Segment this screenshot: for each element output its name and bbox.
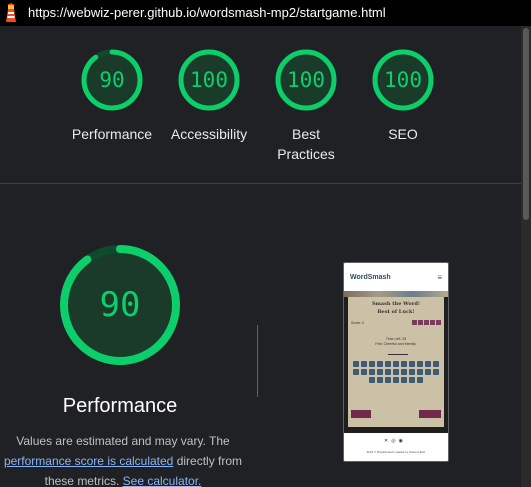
thumbnail-keyboard — [352, 361, 440, 383]
performance-score: 90 — [99, 285, 141, 325]
thumbnail-word-line — [388, 354, 408, 355]
score-calculated-link[interactable]: performance score is calculated — [4, 454, 173, 468]
scrollbar-thumb[interactable] — [523, 28, 529, 220]
see-calculator-link[interactable]: See calculator. — [123, 474, 202, 487]
thumbnail-back-home-button — [419, 410, 441, 418]
gauge-score: 100 — [287, 68, 325, 92]
thumbnail-hint: Hint: Cheerful and friendly. — [375, 342, 417, 346]
thumbnail-heading: Smash the Word! — [371, 301, 421, 307]
thumbnail-navbar: WordSmash ≡ — [344, 263, 448, 291]
thumbnail-timer: Time Left: 25 — [385, 337, 407, 341]
performance-title: Performance — [62, 395, 178, 417]
thumbnail-letter-slots — [412, 320, 441, 325]
note-text: Values are estimated and may vary. The — [16, 434, 230, 448]
performance-note: Values are estimated and may vary. The p… — [0, 431, 258, 487]
browser-address-bar: https://webwiz-perer.github.io/wordsmash… — [0, 0, 531, 26]
thumbnail-credit: 2024 © WordSmash created by Zoltan Hitte… — [366, 450, 426, 454]
thumbnail-social-icons: ✕◎◉ — [384, 438, 406, 444]
thumbnail-next-word-button — [351, 410, 371, 418]
gauge-performance[interactable]: 90 Performance — [64, 48, 160, 144]
vertical-scrollbar[interactable] — [521, 26, 531, 487]
thumbnail-game-panel: Smash the Word! Best of Luck! Score: 0 T… — [348, 297, 444, 427]
gauge-label: SEO — [388, 126, 418, 142]
gauge-score: 90 — [99, 68, 125, 92]
gauge-label: Performance — [71, 126, 153, 142]
page-url[interactable]: https://webwiz-perer.github.io/wordsmash… — [28, 5, 386, 20]
gauge-label: Best Practices — [277, 126, 335, 162]
gauge-score: 100 — [190, 68, 228, 92]
section-divider — [0, 183, 521, 184]
thumbnail-subheading: Best of Luck! — [377, 309, 415, 315]
gauge-label: Accessibility — [170, 126, 248, 142]
gauge-score: 100 — [384, 68, 422, 92]
gauge-best-practices[interactable]: 100 Best Practices — [258, 48, 354, 164]
lighthouse-icon — [6, 3, 16, 22]
vertical-divider — [257, 325, 258, 397]
gauge-seo[interactable]: 100 SEO — [355, 48, 451, 144]
thumbnail-score: Score: 0 — [351, 321, 365, 325]
thumbnail-brand: WordSmash — [350, 273, 391, 281]
final-screenshot-thumbnail[interactable]: WordSmash ≡ Smash the Word! Best of Luck… — [343, 262, 449, 462]
performance-gauge: 90 — [59, 244, 181, 366]
gauge-accessibility[interactable]: 100 Accessibility — [161, 48, 257, 144]
hamburger-icon: ≡ — [437, 272, 442, 282]
thumbnail-footer: ✕◎◉ 2024 © WordSmash created by Zoltan H… — [344, 433, 448, 461]
category-gauges: 90 Performance 100 Accessibility 100 Bes… — [0, 26, 521, 184]
